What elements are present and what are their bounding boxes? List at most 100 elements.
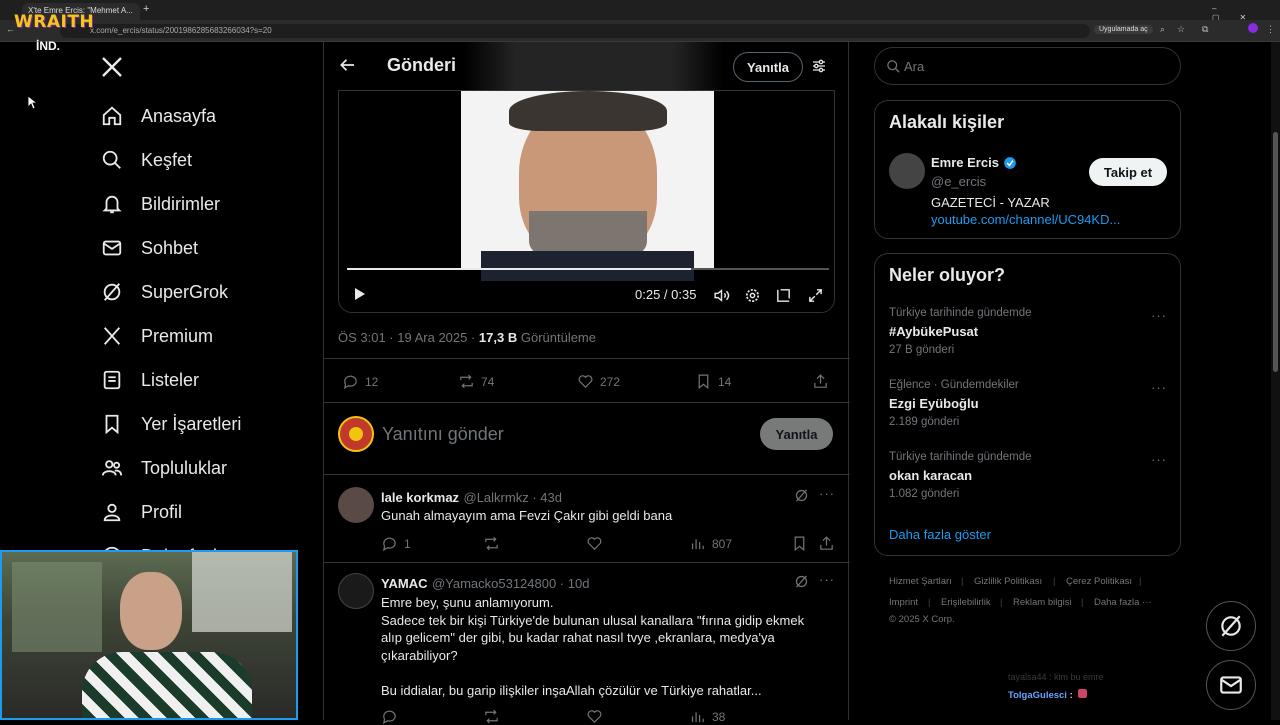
footer-link[interactable]: Daha fazla ··· [1094,597,1152,608]
grok-icon[interactable] [794,488,809,508]
menu-icon[interactable]: ⋮ [1266,24,1275,35]
header-reply-button[interactable]: Yanıtla [733,52,803,82]
page-scrollbar[interactable] [1271,42,1280,720]
reply-author-handle[interactable]: @Lalkrmkz · 43d [464,490,562,505]
like-action[interactable] [586,708,609,725]
back-button[interactable] [339,56,357,79]
x-logo-icon[interactable] [100,55,124,84]
bookmark-action[interactable]: 14 [695,373,731,390]
url-field[interactable]: x.com/e_ercis/status/2001986285683266034… [60,24,1090,38]
follow-button[interactable]: Takip et [1089,158,1167,186]
repost-icon [460,374,473,389]
messages-fab[interactable] [1206,660,1256,710]
trend-name[interactable]: #AybükePusat [889,324,978,339]
trend-meta: Türkiye tarihinde gündemde [889,451,1032,463]
zoom-icon[interactable]: ⌕ [1160,24,1165,35]
chart-bars-icon [691,539,704,550]
more-options-icon[interactable]: ··· [819,572,835,587]
like-action[interactable]: 272 [577,373,620,390]
browser-tab-bar: X'te Emre Ercis: "Mehmet A... + –▢✕ [0,0,1280,22]
gear-icon[interactable] [744,287,761,309]
sidebar-item-chat[interactable]: Sohbet [100,233,198,263]
views-action[interactable]: 807 [689,535,732,552]
reply-action[interactable]: 1 [381,535,411,552]
chat-message-faded: tayalsa44 : kim bu emre [1008,672,1104,682]
open-in-app-button[interactable]: Uygulamada aç [1094,25,1153,34]
reply-author-name[interactable]: lale korkmaz [381,490,459,505]
reply-text-line: Bu iddialar, bu garip ilişkiler inşaAlla… [381,682,762,698]
reply-author-handle[interactable]: @Yamacko53124800 · 10d [432,576,590,591]
video-player[interactable]: 0:25 / 0:35 [338,90,835,313]
sidebar-item-supergrok[interactable]: SuperGrok [100,277,228,307]
reply-author-name[interactable]: YAMAC [381,576,427,591]
like-action[interactable] [586,535,609,552]
sidebar-item-label: Profil [141,501,183,522]
reply-composer-input[interactable]: Yanıtını gönder [382,424,504,445]
footer-link[interactable]: Gizlilik Politikası [974,576,1042,587]
footer-link[interactable]: Imprint [889,597,918,608]
new-tab-button[interactable]: + [143,3,149,15]
footer-link[interactable]: Çerez Politikası [1066,576,1132,587]
grok-icon [1221,615,1241,637]
video-progress-fill [347,268,692,270]
sidebar-item-profile[interactable]: Profil [100,497,182,527]
footer-link[interactable]: Erişilebilirlik [941,597,991,608]
grok-icon[interactable] [794,574,809,594]
scrollbar-thumb[interactable] [1273,132,1278,372]
sidebar-item-notifications[interactable]: Bildirimler [100,189,220,219]
views-action[interactable]: 38 [689,708,725,725]
extensions-icon[interactable]: ⧉ [1202,24,1208,35]
sidebar-item-label: Topluluklar [141,457,228,478]
volume-icon[interactable] [713,287,730,309]
comment-icon [382,710,396,725]
post-views-count: 17,3 B [478,330,518,345]
mail-icon [100,236,124,260]
follow-label: Takip et [1103,164,1153,180]
profile-avatar-icon[interactable] [1248,23,1258,33]
sidebar-item-bookmarks[interactable]: Yer İşaretleri [100,409,241,439]
search-input[interactable]: Ara [874,47,1181,85]
sidebar-item-communities[interactable]: Topluluklar [100,453,227,483]
share-action[interactable] [818,535,841,552]
trend-name[interactable]: okan karacan [889,468,972,483]
sliders-icon[interactable] [811,58,827,79]
more-options-icon[interactable]: ··· [1151,308,1167,323]
more-options-icon[interactable]: ··· [1151,452,1167,467]
person-name[interactable]: Emre Ercis [931,155,999,170]
reply-action[interactable]: 12 [342,373,378,390]
more-options-icon[interactable]: ··· [1151,380,1167,395]
main-column: Gönderi Yanıtla 0:25 / 0:35 ÖS 3:01 · 19… [323,42,850,725]
sidebar-item-home[interactable]: Anasayfa [100,101,216,131]
reply-action[interactable] [381,708,404,725]
pip-icon[interactable] [775,287,792,309]
footer-link[interactable]: Hizmet Şartları [889,576,952,587]
play-icon[interactable] [351,286,367,307]
avatar[interactable] [889,153,925,189]
grok-fab[interactable] [1206,601,1256,651]
avatar[interactable] [338,573,374,609]
sidebar-item-lists[interactable]: Listeler [100,365,199,395]
sidebar-item-explore[interactable]: Keşfet [100,145,192,175]
show-more-link[interactable]: Daha fazla göster [889,527,991,542]
repost-action[interactable]: 74 [458,373,494,390]
fullscreen-icon[interactable] [807,287,824,309]
trend-name[interactable]: Ezgi Eyüboğlu [889,396,979,411]
bookmark-action[interactable] [791,535,814,552]
repost-action[interactable] [483,708,506,725]
sidebar-item-label: Bildirimler [141,193,221,214]
share-action[interactable] [812,373,835,390]
reply-text-line: alıp gelicem" der gibi, bu kadar rahat n… [381,630,775,645]
avatar[interactable] [338,416,374,452]
star-icon[interactable]: ☆ [1177,24,1185,35]
avatar[interactable] [338,487,374,523]
footer-sep: | [961,576,964,587]
more-options-icon[interactable]: ··· [819,486,835,501]
repost-action[interactable] [483,535,506,552]
sidebar-item-premium[interactable]: Premium [100,321,213,351]
footer-sep: | [1000,597,1003,608]
repost-icon [485,709,498,724]
composer-reply-button[interactable]: Yanıtla [760,418,833,450]
person-link[interactable]: youtube.com/channel/UC94KD... [931,212,1120,227]
footer-link[interactable]: Reklam bilgisi [1013,597,1072,608]
video-progress-track[interactable] [347,268,829,270]
